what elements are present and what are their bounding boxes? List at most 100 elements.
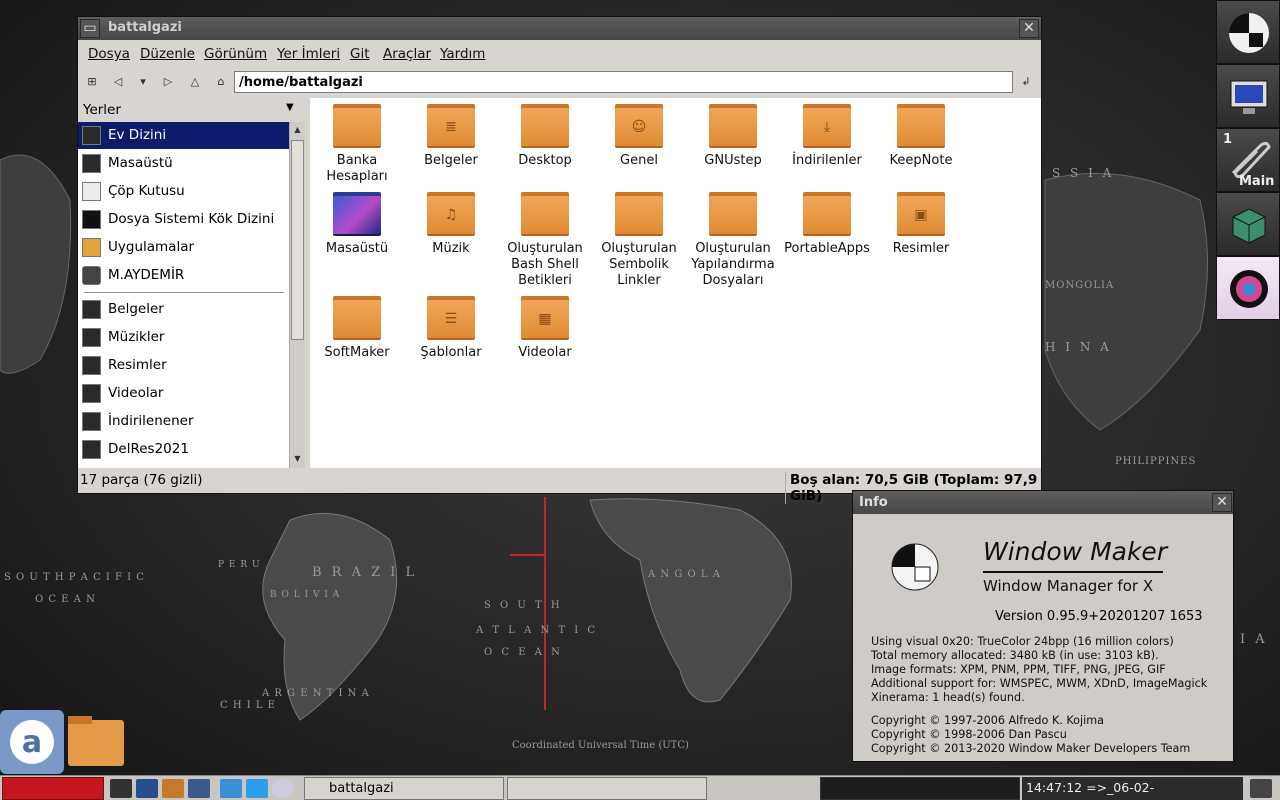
folder-item[interactable]: Masaüstü [310,186,404,257]
sidebar-item-documents[interactable]: Belgeler [78,296,289,323]
folder-label: Resimler [892,241,950,256]
map-label: Coordinated Universal Time (UTC) [512,740,689,751]
archive-icon[interactable] [162,779,184,798]
window-titlebar[interactable]: ▭ battalgazi ✕ [78,17,1041,40]
file-manager-window[interactable]: ▭ battalgazi ✕ Dosya Düzenle Görünüm Yer… [77,16,1042,504]
up-icon[interactable]: △ [185,71,205,93]
dock-tile-windowmaker[interactable] [1216,0,1280,64]
folder-item[interactable]: ≣ Belgeler [404,98,498,169]
info-titlebar[interactable]: Info ✕ [853,491,1233,514]
folder-icon: ▣ [897,192,945,236]
sidebar-item-pictures[interactable]: Resimler [78,352,289,379]
browser-icon[interactable] [272,779,294,798]
history-dropdown-icon[interactable]: ▾ [133,71,153,93]
item-count: 17 parça (76 gizli) [80,472,203,488]
command-icon[interactable] [136,779,158,798]
dock-tile-terminal[interactable] [1216,192,1280,256]
sidebar-item-desktop[interactable]: Masaüstü [78,150,289,177]
folder-item[interactable]: KeepNote [874,98,968,169]
launcher-a-icon: a [10,720,54,764]
menu-araclar[interactable]: Araçlar [383,46,431,62]
minimize-button[interactable]: ▭ [80,19,100,38]
sidebar-item-root[interactable]: Dosya Sistemi Kök Dizini [78,206,289,233]
copyright-line: Copyright © 1997-2006 Alfredo K. Kojima [871,714,1104,727]
close-button[interactable]: ✕ [1019,19,1039,38]
folder-label: PortableApps [784,241,870,256]
map-label: S O U T H P A C I F I C [4,572,145,583]
chevron-down-icon[interactable]: ▼ [286,102,294,113]
sidebar-item-home[interactable]: Ev Dizini [78,122,289,149]
folder-item[interactable]: PortableApps [780,186,874,257]
folder-view[interactable]: Banka Hesapları ≣ Belgeler Desktop ☺ Genel GNU… [310,98,1041,468]
map-label: MONGOLIA [1045,280,1115,291]
sidebar-item-applications[interactable]: Uygulamalar [78,234,289,261]
file-manager-tile[interactable] [64,710,128,774]
folder-item[interactable]: ▣ Resimler [874,186,968,257]
folder-item[interactable]: Oluşturulan Bash Shell Betikleri [498,186,592,289]
menu-gorunum[interactable]: Görünüm [204,46,267,62]
sidebar-item-label: Videolar [108,385,164,401]
map-label: I A [1240,632,1268,647]
folder-emblem: ☺ [631,119,647,135]
map-label: P E R U [218,560,261,570]
folder-icon [521,104,569,148]
folder-item[interactable]: ♫ Müzik [404,186,498,257]
folder-icon: ≣ [427,104,475,148]
folder-icon [897,104,945,148]
terminal-icon[interactable] [110,779,132,798]
tray-menu-icon[interactable] [1250,779,1272,798]
menu-duzenle[interactable]: Düzenle [140,46,195,62]
dock-tile-wmprefs[interactable] [1216,64,1280,128]
folder-item[interactable]: Banka Hesapları [310,98,404,185]
scroll-thumb[interactable] [291,140,304,340]
dock-tile-workspace-clip[interactable]: 1 Main [1216,128,1280,192]
sidebar-item-downloads[interactable]: İndirilenener [78,408,289,435]
info-window[interactable]: Info ✕ Window Maker Window Manager for X… [852,490,1234,762]
folder-item[interactable]: ☰ Şablonlar [404,290,498,361]
sidebar-header[interactable]: Yerler ▼ [78,98,308,122]
menu-yer-imleri[interactable]: Yer İmleri [277,46,340,62]
folder-item[interactable]: Desktop [498,98,592,169]
twitter-icon[interactable] [246,779,268,798]
scroll-up-icon[interactable]: ▲ [291,123,304,137]
forward-icon[interactable]: ▷ [158,71,178,93]
sidebar-item-delres[interactable]: DelRes2021 [78,436,289,463]
flag-banner[interactable] [2,777,104,800]
menu-yardim[interactable]: Yardım [440,46,485,62]
clock: 14:47:12 =>_06-02-2021/Cumartesi [1022,777,1243,800]
go-icon[interactable]: ↲ [1016,71,1036,93]
folder-item[interactable]: SoftMaker [310,290,404,361]
folder-label: Genel [620,153,658,168]
task-info[interactable] [507,777,707,800]
task-battalgazi[interactable]: battalgazi [304,777,504,800]
folder-item[interactable]: Oluşturulan Yapılandırma Dosyaları [686,186,780,289]
folder-label: SoftMaker [324,345,390,360]
dock-tile-camera[interactable] [1216,256,1280,320]
back-icon[interactable]: ◁ [108,71,128,93]
sidebar-item-videos[interactable]: Videolar [78,380,289,407]
window-title: battalgazi [108,20,182,35]
folder-item[interactable]: ⤓ İndirilenler [780,98,874,169]
folder-item[interactable]: Oluşturulan Sembolik Linkler [592,186,686,289]
sidebar-item-music[interactable]: Müzikler [78,324,289,351]
system-monitor-icon[interactable] [188,779,210,798]
menu-git[interactable]: Git [350,46,370,62]
new-tab-icon[interactable]: ⊞ [82,71,102,93]
email-icon[interactable] [220,779,242,798]
sidebar-item-disk[interactable]: M.AYDEMİR [78,262,289,289]
sidebar-scrollbar[interactable]: ▲ ▼ [289,122,305,468]
folder-item[interactable]: ☺ Genel [592,98,686,169]
menu-dosya[interactable]: Dosya [88,46,130,62]
path-input[interactable] [234,71,1013,93]
home-icon[interactable]: ⌂ [211,71,231,93]
window-maker-icon [1229,13,1269,53]
sidebar-item-trash[interactable]: Çöp Kutusu [78,178,289,205]
folder-emblem [723,206,743,224]
sidebar-header-label: Yerler [83,102,121,118]
close-button[interactable]: ✕ [1212,493,1232,512]
folder-item[interactable]: ▦ Videolar [498,290,592,361]
scroll-down-icon[interactable]: ▼ [291,452,304,466]
folder-emblem [723,118,743,136]
folder-item[interactable]: GNUstep [686,98,780,169]
app-launcher-tile[interactable]: a [0,710,64,774]
